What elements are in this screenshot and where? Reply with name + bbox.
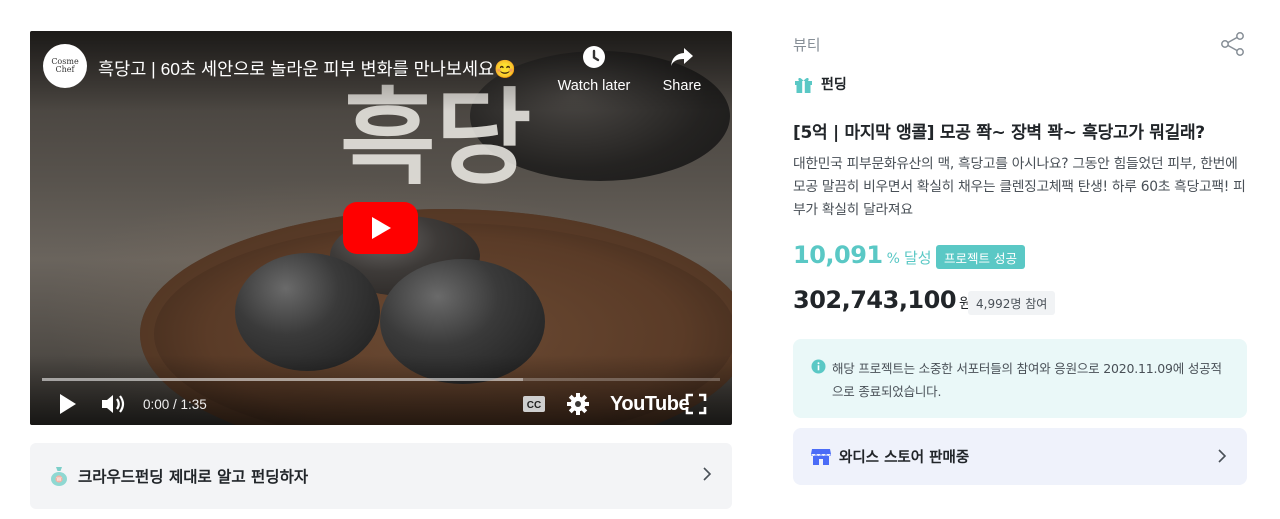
fullscreen-button[interactable]: [685, 391, 707, 417]
play-icon: [60, 394, 76, 414]
settings-icon: [567, 393, 589, 415]
svg-text:CC: CC: [527, 400, 541, 411]
share-arrow-icon: [642, 44, 722, 72]
notice-text: 해당 프로젝트는 소중한 서포터들의 참여와 응원으로 2020.11.09에 …: [832, 361, 1222, 399]
watch-later-label: Watch later: [557, 78, 631, 94]
captions-icon: CC: [523, 396, 545, 412]
video-progress-bar[interactable]: [42, 378, 720, 381]
participants-badge: 4,992명 참여: [968, 291, 1056, 315]
share-button[interactable]: [1220, 31, 1246, 61]
channel-avatar[interactable]: Cosme Chef: [43, 44, 87, 88]
play-control-button[interactable]: [58, 391, 78, 417]
gift-icon: [795, 77, 812, 93]
volume-icon: [102, 395, 125, 413]
project-description: 대한민국 피부문화유산의 맥, 흑당고를 아시나요? 그동안 힘들었던 피부, …: [793, 156, 1246, 218]
crowdfunding-guide-link[interactable]: W 크라우드펀딩 제대로 알고 펀딩하자: [30, 443, 732, 509]
svg-text:W: W: [57, 477, 62, 483]
project-title: [5억 | 마지막 앵콜] 모공 쫙~ 장벽 꽉~ 흑당고가 뭐길래?: [793, 123, 1205, 143]
money-pouch-icon: W: [51, 467, 67, 486]
achievement-rate-value: 10,091: [793, 241, 883, 269]
achievement-rate-percent: %: [886, 251, 900, 267]
captions-button[interactable]: CC: [522, 391, 546, 417]
video-share-label: Share: [662, 78, 702, 94]
achievement-rate: 10,091 % 달성: [793, 241, 932, 269]
video-share-button[interactable]: Share: [642, 44, 722, 94]
funded-amount-value: 302,743,100: [793, 286, 957, 314]
project-notice: 해당 프로젝트는 소중한 서포터들의 참여와 응원으로 2020.11.09에 …: [793, 339, 1247, 418]
watch-later-button[interactable]: Watch later: [554, 44, 634, 94]
funded-amount: 302,743,100 원: [793, 286, 972, 314]
clock-icon: [554, 44, 634, 72]
video-progress-loaded: [42, 378, 524, 381]
funding-tag: 펀딩: [794, 74, 847, 94]
settings-button[interactable]: [566, 391, 590, 417]
status-badge: 프로젝트 성공: [936, 245, 1025, 269]
info-icon: [811, 359, 826, 374]
chevron-right-icon: [1218, 449, 1227, 463]
store-label: 와디스 스토어 판매중: [839, 450, 970, 466]
youtube-logo[interactable]: YouTube: [610, 391, 690, 417]
store-icon: [811, 448, 831, 465]
video-player[interactable]: 흑당 Cosme Chef 흑당고 | 60초 세안으로 놀라운 피부 변화를 …: [30, 31, 732, 425]
fullscreen-icon: [685, 393, 707, 415]
time-display: 0:00 / 1:35: [143, 396, 207, 412]
chevron-right-icon: [703, 467, 712, 481]
achievement-rate-unit: 달성: [903, 249, 932, 267]
guide-label: 크라우드펀딩 제대로 알고 펀딩하자: [78, 468, 309, 486]
video-title[interactable]: 흑당고 | 60초 세안으로 놀라운 피부 변화를 만나보세요😊: [98, 56, 516, 81]
share-icon: [1221, 32, 1244, 56]
funding-tag-label: 펀딩: [821, 77, 847, 93]
big-play-button[interactable]: [343, 202, 418, 254]
play-icon: [371, 217, 391, 239]
category-label[interactable]: 뷰티: [793, 34, 821, 55]
volume-button[interactable]: [100, 391, 128, 417]
store-link[interactable]: 와디스 스토어 판매중: [793, 428, 1247, 485]
video-frame-stone: [235, 253, 380, 371]
